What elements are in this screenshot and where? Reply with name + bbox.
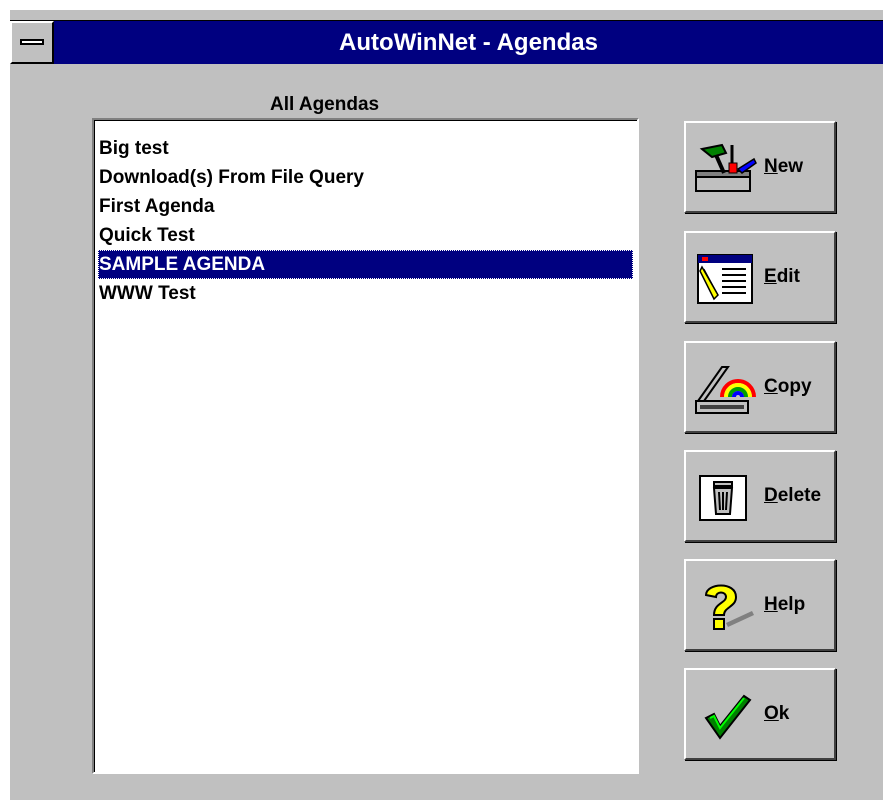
delete-button[interactable]: Delete (684, 450, 836, 542)
ok-label-rest: k (778, 703, 790, 724)
list-item[interactable]: Download(s) From File Query (98, 163, 633, 192)
agendas-list: Big test Download(s) From File Query Fir… (98, 134, 633, 308)
toolbox-icon (695, 143, 757, 192)
edit-button-label: Edit (764, 233, 800, 321)
checkmark-icon (704, 694, 752, 740)
copy-button-label: Copy (764, 343, 812, 431)
new-mnemonic: N (764, 156, 778, 177)
system-menu-icon (20, 39, 44, 45)
copier-rainbow-icon (695, 366, 756, 414)
list-item[interactable]: Quick Test (98, 221, 633, 250)
system-menu-button[interactable] (10, 21, 54, 64)
trash-can-icon (699, 475, 747, 521)
notepad-icon (697, 254, 753, 304)
list-heading: All Agendas (270, 94, 380, 115)
list-item[interactable]: First Agenda (98, 192, 633, 221)
new-label-rest: ew (777, 156, 804, 177)
help-label-rest: elp (777, 594, 806, 615)
ok-mnemonic: O (764, 703, 779, 724)
ok-button-label: Ok (764, 670, 789, 758)
list-item[interactable]: WWW Test (98, 279, 633, 308)
title-bar[interactable]: AutoWinNet - Agendas (10, 20, 883, 64)
new-button[interactable]: New (684, 121, 836, 213)
window-title: AutoWinNet - Agendas (339, 29, 598, 56)
ok-button[interactable]: Ok (684, 668, 836, 760)
question-mark-icon (704, 584, 754, 630)
agendas-listbox[interactable]: Big test Download(s) From File Query Fir… (92, 118, 639, 774)
delete-label-rest: elete (777, 485, 822, 506)
agendas-window: AutoWinNet - Agendas All Agendas Big tes… (10, 10, 883, 800)
help-mnemonic: H (764, 594, 778, 615)
list-item[interactable]: Big test (98, 134, 633, 163)
delete-mnemonic: D (764, 485, 778, 506)
edit-mnemonic: E (764, 266, 777, 287)
copy-mnemonic: C (764, 376, 778, 397)
copy-label-rest: opy (777, 376, 812, 397)
edit-button[interactable]: Edit (684, 231, 836, 323)
help-button-label: Help (764, 561, 805, 649)
edit-label-rest: dit (776, 266, 800, 287)
help-button[interactable]: Help (684, 559, 836, 651)
delete-button-label: Delete (764, 452, 821, 540)
copy-button[interactable]: Copy (684, 341, 836, 433)
list-item[interactable]: SAMPLE AGENDA (98, 250, 633, 279)
new-button-label: New (764, 123, 803, 211)
